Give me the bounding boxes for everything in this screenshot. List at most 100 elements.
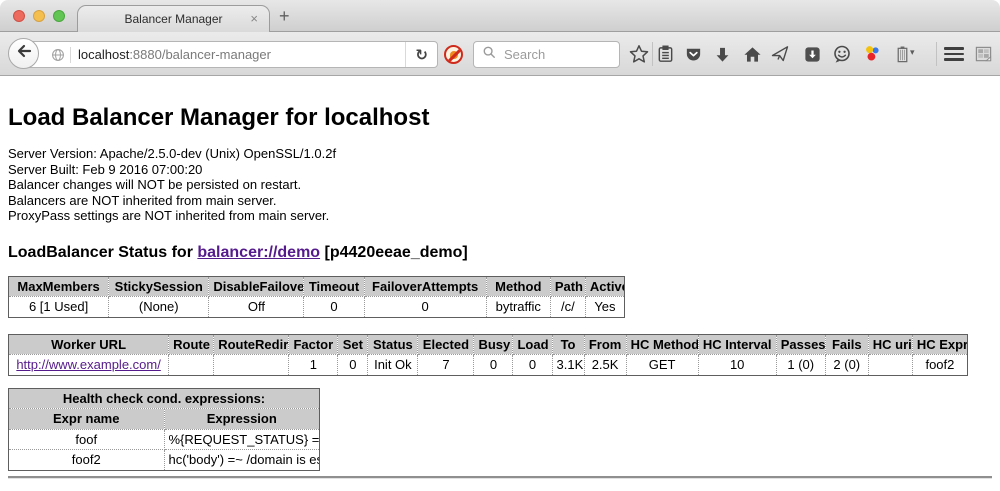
cell-hc-uri xyxy=(868,355,912,376)
column-header: Load xyxy=(513,334,552,355)
proxypass-warning-line: ProxyPass settings are NOT inherited fro… xyxy=(8,208,992,224)
column-header: Factor xyxy=(289,334,338,355)
bookmark-star-icon[interactable] xyxy=(628,43,650,65)
cell-active: Yes xyxy=(585,297,624,318)
search-input[interactable] xyxy=(502,46,611,63)
column-header: Expression xyxy=(164,409,320,430)
column-header: HC Expr xyxy=(912,334,967,355)
toolbar-divider xyxy=(936,42,937,66)
cell-hc-interval: 10 xyxy=(698,355,776,376)
cell-expression: hc('body') =~ /domain is established/ xyxy=(164,450,320,471)
plugin-blocked-icon[interactable] xyxy=(444,45,463,64)
back-button[interactable] xyxy=(8,38,39,69)
reload-icon: ↻ xyxy=(415,46,428,64)
cell-to: 3.1K xyxy=(552,355,584,376)
downloads-icon[interactable] xyxy=(711,43,733,65)
cell-expr-name: foof xyxy=(9,429,165,450)
cell-hc-expr: foof2 xyxy=(912,355,967,376)
navigation-toolbar: localhost:8880/balancer-manager ↻ xyxy=(0,32,1000,76)
download-extension-icon[interactable] xyxy=(801,43,823,65)
cell-from: 2.5K xyxy=(584,355,626,376)
bookmarks-menu-icon[interactable] xyxy=(654,43,676,65)
table-header-row: Expr name Expression xyxy=(9,409,320,430)
home-icon[interactable] xyxy=(741,43,763,65)
tab-bar: Balancer Manager × + xyxy=(0,0,1000,32)
column-header: HC Interval xyxy=(698,334,776,355)
cell-passes: 1 (0) xyxy=(776,355,825,376)
column-header: Worker URL xyxy=(9,334,169,355)
url-divider xyxy=(70,47,71,63)
cell-routeredir xyxy=(214,355,289,376)
search-bar[interactable] xyxy=(473,41,620,68)
pocket-icon[interactable] xyxy=(682,43,704,65)
cell-method: bytraffic xyxy=(486,297,550,318)
cell-stickysession: (None) xyxy=(109,297,209,318)
column-header: DisableFailover xyxy=(209,276,304,297)
cell-busy: 0 xyxy=(474,355,513,376)
footer-divider xyxy=(8,476,992,479)
url-text: localhost:8880/balancer-manager xyxy=(78,47,271,62)
tab-balancer-manager[interactable]: Balancer Manager × xyxy=(77,5,270,32)
browser-window: Balancer Manager × + localhost:8880/bala… xyxy=(0,0,1000,491)
column-header: RouteRedir xyxy=(214,334,289,355)
dropdown-caret-icon[interactable]: ▾ xyxy=(910,48,915,58)
cell-expr-name: foof2 xyxy=(9,450,165,471)
cell-hc-method: GET xyxy=(626,355,698,376)
table-title-row: Health check cond. expressions: xyxy=(9,388,320,409)
cell-elected: 7 xyxy=(418,355,474,376)
screenshot-extension-icon[interactable] xyxy=(972,43,994,65)
column-header: FailoverAttempts xyxy=(364,276,486,297)
cell-set: 0 xyxy=(338,355,368,376)
column-header: Busy xyxy=(474,334,513,355)
menu-icon[interactable] xyxy=(944,47,964,61)
column-header: Timeout xyxy=(304,276,364,297)
window-zoom-button[interactable] xyxy=(53,10,65,22)
globe-icon[interactable] xyxy=(49,48,70,62)
balancer-demo-link[interactable]: balancer://demo xyxy=(197,244,320,261)
url-path: :8880/balancer-manager xyxy=(129,47,271,62)
cell-path: /c/ xyxy=(550,297,585,318)
health-check-table: Health check cond. expressions: Expr nam… xyxy=(8,388,320,471)
window-minimize-button[interactable] xyxy=(33,10,45,22)
cell-failoverattempts: 0 xyxy=(364,297,486,318)
column-header: StickySession xyxy=(109,276,209,297)
cell-route xyxy=(169,355,214,376)
column-header: Elected xyxy=(418,334,474,355)
smiley-extension-icon[interactable] xyxy=(831,43,853,65)
table-row: foof2 hc('body') =~ /domain is establish… xyxy=(9,450,320,471)
page-title: Load Balancer Manager for localhost xyxy=(8,104,992,132)
column-header: Set xyxy=(338,334,368,355)
cell-fails: 2 (0) xyxy=(825,355,868,376)
column-header: Method xyxy=(486,276,550,297)
server-version-line: Server Version: Apache/2.5.0-dev (Unix) … xyxy=(8,146,992,162)
tab-title: Balancer Manager xyxy=(78,6,269,32)
cell-load: 0 xyxy=(513,355,552,376)
column-header: From xyxy=(584,334,626,355)
cell-expression: %{REQUEST_STATUS} =~ /^[234]/ xyxy=(164,429,320,450)
send-icon[interactable] xyxy=(769,43,791,65)
table-row: http://www.example.com/ 1 0 Init Ok 7 0 … xyxy=(9,355,968,376)
balancer-settings-table: MaxMembers StickySession DisableFailover… xyxy=(8,276,625,318)
window-close-button[interactable] xyxy=(13,10,25,22)
table-header-row: MaxMembers StickySession DisableFailover… xyxy=(9,276,625,297)
cell-worker-url: http://www.example.com/ xyxy=(9,355,169,376)
column-header: Expr name xyxy=(9,409,165,430)
loadbalancer-status-heading: LoadBalancer Status for balancer://demo … xyxy=(8,244,992,262)
column-header: HC Method xyxy=(626,334,698,355)
colors-extension-icon[interactable] xyxy=(861,43,883,65)
column-header: Active xyxy=(585,276,624,297)
cell-status: Init Ok xyxy=(368,355,418,376)
status-prefix: LoadBalancer Status for xyxy=(8,244,197,261)
new-tab-button[interactable]: + xyxy=(279,2,290,30)
tab-close-icon[interactable]: × xyxy=(250,6,258,32)
status-suffix: [p4420eeae_demo] xyxy=(320,244,468,261)
column-header: Status xyxy=(368,334,418,355)
column-header: Fails xyxy=(825,334,868,355)
url-bar[interactable]: localhost:8880/balancer-manager ↻ xyxy=(24,41,438,68)
column-header: To xyxy=(552,334,584,355)
worker-url-link[interactable]: http://www.example.com/ xyxy=(16,357,161,372)
page-content: Load Balancer Manager for localhost Serv… xyxy=(0,76,1000,491)
reload-button[interactable]: ↻ xyxy=(405,42,437,67)
inherit-warning-line: Balancers are NOT inherited from main se… xyxy=(8,193,992,209)
back-icon xyxy=(15,42,33,65)
